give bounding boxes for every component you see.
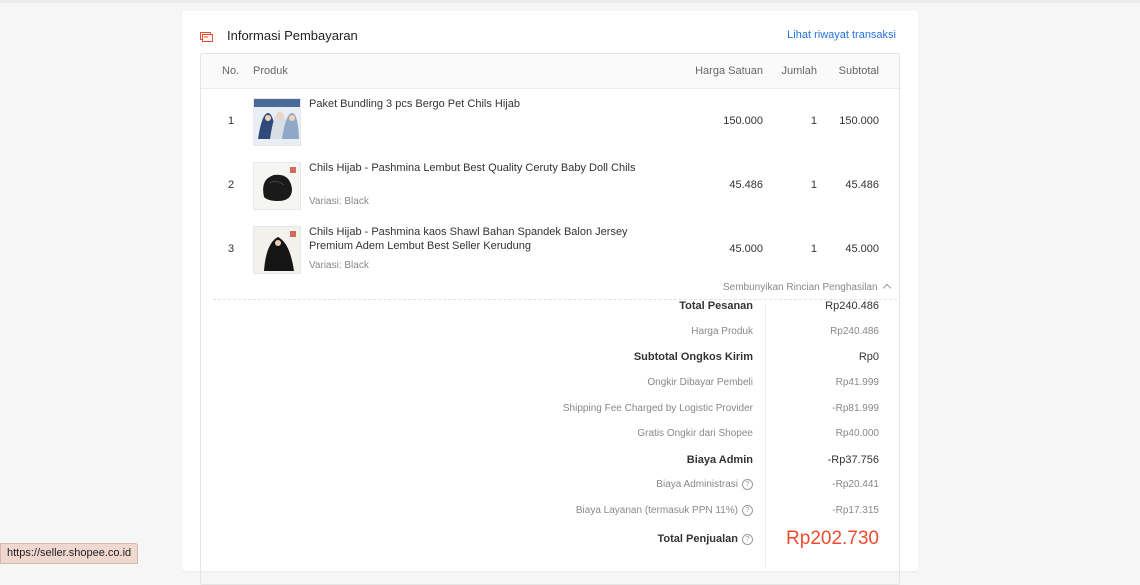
vertical-divider — [765, 304, 766, 570]
card-header: Informasi Pembayaran Lihat riwayat trans… — [200, 27, 898, 47]
col-qty: Jumlah — [781, 65, 817, 77]
col-product: Produk — [253, 65, 288, 77]
summary-value: Rp41.999 — [835, 377, 879, 388]
subtotal: 45.000 — [845, 243, 879, 255]
card-title: Informasi Pembayaran — [227, 28, 358, 43]
table-row: 1 Paket Bundling 3 pcs Bergo Pet Chils H… — [201, 89, 899, 153]
col-no: No. — [222, 65, 240, 77]
summary-label-wrap: Total Penjualan? — [658, 533, 753, 545]
summary-label: Shipping Fee Charged by Logistic Provide… — [562, 403, 753, 414]
summary-label: Harga Produk — [691, 326, 753, 337]
product-thumbnail[interactable] — [253, 226, 301, 274]
chevron-up-icon — [883, 283, 892, 293]
summary-label: Biaya Admin — [686, 454, 753, 466]
summary-label: Total Penjualan — [657, 533, 738, 545]
quantity: 1 — [810, 115, 817, 127]
top-divider — [0, 0, 1140, 3]
summary-label-wrap: Biaya Layanan (termasuk PPN 11%)? — [576, 505, 753, 516]
quantity: 1 — [810, 179, 817, 191]
col-subtotal: Subtotal — [838, 65, 879, 77]
summary-label: Biaya Administrasi — [656, 479, 738, 490]
status-bar-url: https://seller.shopee.co.id — [0, 543, 139, 564]
subtotal: 150.000 — [839, 115, 879, 127]
help-icon[interactable]: ? — [742, 479, 753, 490]
order-table: No. Produk Harga Satuan Jumlah Subtotal … — [200, 53, 900, 585]
product-variant: Variasi: Black — [309, 196, 369, 207]
col-unit-price: Harga Satuan — [695, 65, 763, 77]
summary-value: -Rp20.441 — [832, 479, 879, 490]
unit-price: 45.000 — [729, 243, 763, 255]
table-row: 2 Chils Hijab - Pashmina Lembut Best Qua… — [201, 153, 899, 217]
table-header: No. Produk Harga Satuan Jumlah Subtotal — [201, 54, 899, 89]
product-name[interactable]: Chils Hijab - Pashmina kaos Shawl Bahan … — [309, 225, 667, 253]
unit-price: 45.486 — [729, 179, 763, 191]
total-sales-value: Rp202.730 — [786, 528, 879, 549]
payment-icon — [200, 32, 213, 42]
row-number: 3 — [228, 243, 235, 255]
summary-value: Rp240.486 — [830, 326, 879, 337]
summary-label: Gratis Ongkir dari Shopee — [637, 428, 753, 439]
product-variant: Variasi: Black — [309, 260, 369, 271]
row-number: 2 — [228, 179, 235, 191]
summary-value: Rp240.486 — [825, 300, 879, 312]
summary-value: Rp40.000 — [835, 428, 879, 439]
summary-value: Rp0 — [858, 351, 879, 363]
unit-price: 150.000 — [723, 115, 763, 127]
product-thumbnail[interactable] — [253, 162, 301, 210]
transaction-history-link[interactable]: Lihat riwayat transaksi — [787, 29, 896, 41]
summary-value: -Rp17.315 — [832, 505, 879, 516]
summary-label: Ongkir Dibayar Pembeli — [647, 377, 753, 388]
summary-label-wrap: Biaya Administrasi? — [656, 479, 753, 490]
dashed-divider — [213, 299, 897, 300]
summary-label: Total Pesanan — [679, 300, 753, 312]
summary-value: -Rp81.999 — [832, 403, 879, 414]
product-name[interactable]: Paket Bundling 3 pcs Bergo Pet Chils Hij… — [309, 97, 669, 111]
help-icon[interactable]: ? — [742, 505, 753, 516]
summary-label: Subtotal Ongkos Kirim — [633, 351, 753, 363]
summary-label: Biaya Layanan (termasuk PPN 11%) — [575, 505, 738, 516]
toggle-label: Sembunyikan Rincian Penghasilan — [723, 282, 878, 293]
summary-value: -Rp37.756 — [827, 454, 879, 466]
subtotal: 45.486 — [845, 179, 879, 191]
hide-income-details-toggle[interactable]: Sembunyikan Rincian Penghasilan — [723, 282, 892, 293]
table-row: 3 Chils Hijab - Pashmina kaos Shawl Baha… — [201, 217, 899, 281]
payment-info-card: Informasi Pembayaran Lihat riwayat trans… — [182, 11, 918, 585]
product-thumbnail[interactable] — [253, 98, 301, 146]
help-icon[interactable]: ? — [742, 534, 753, 545]
product-name[interactable]: Chils Hijab - Pashmina Lembut Best Quali… — [309, 161, 669, 175]
quantity: 1 — [810, 243, 817, 255]
row-number: 1 — [228, 115, 235, 127]
